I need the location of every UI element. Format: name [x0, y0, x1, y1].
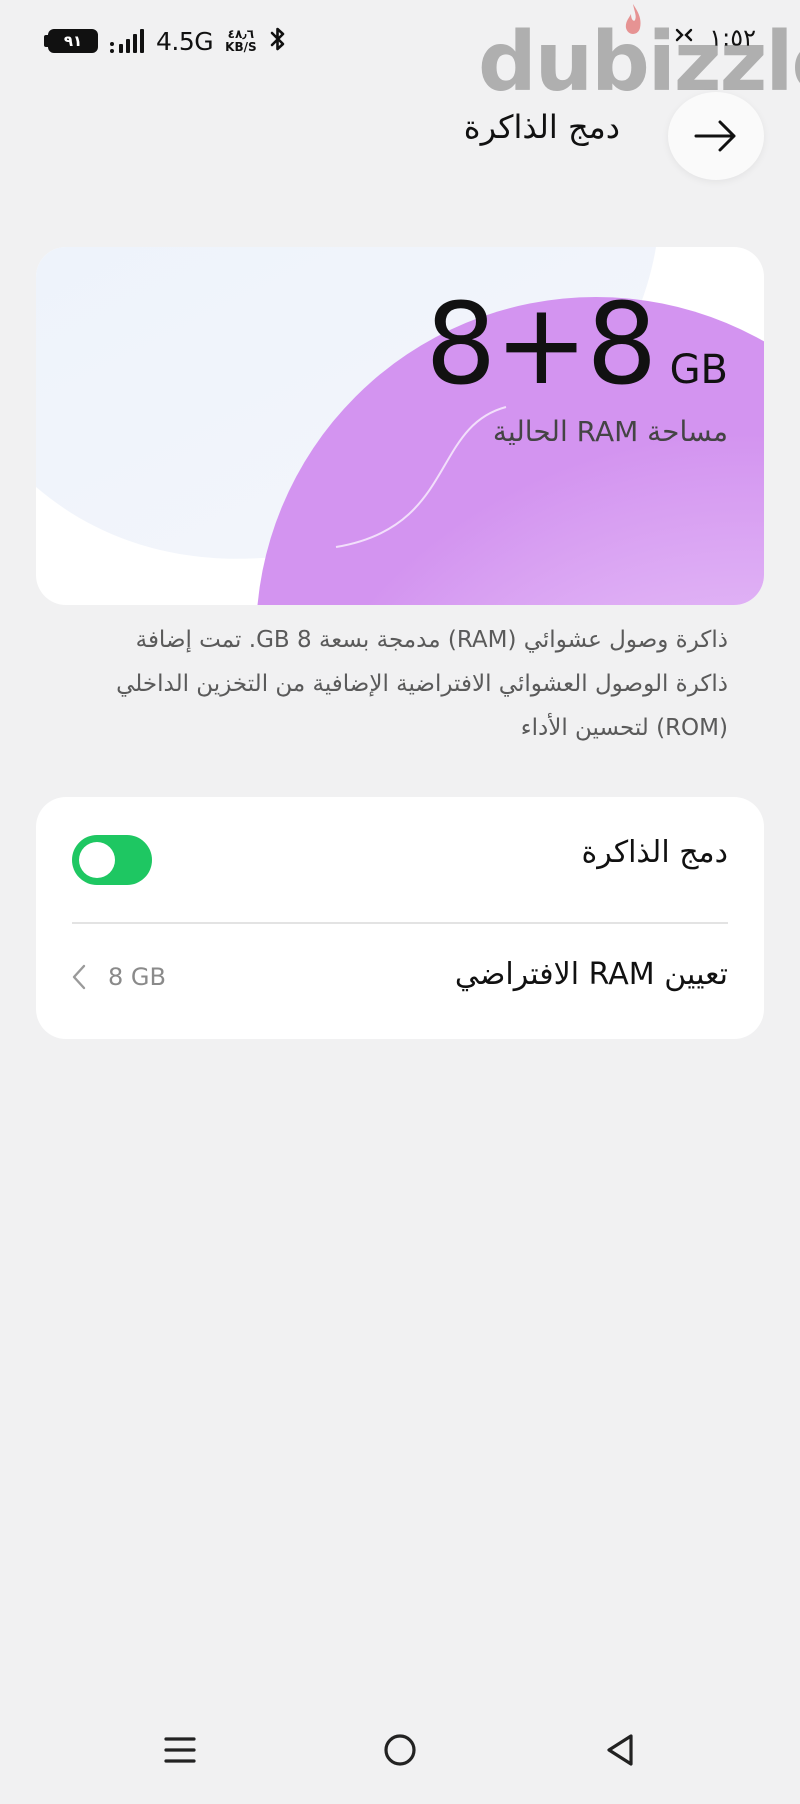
- ram-caption: مساحة RAM الحالية: [492, 415, 728, 448]
- memory-merge-toggle[interactable]: [72, 835, 152, 885]
- virtual-ram-row[interactable]: تعيين RAM الافتراضي 8 GB: [36, 919, 764, 1039]
- bluetooth-icon: [269, 26, 287, 56]
- battery-icon: ٩١: [44, 29, 98, 53]
- status-bar-left: ٩١ 4.5G ٤٨٫٦ KB/S: [44, 26, 287, 56]
- description-line: ذاكرة وصول عشوائي (RAM) مدمجة بسعة 8 GB.…: [135, 627, 728, 653]
- network-speed: ٤٨٫٦ KB/S: [225, 28, 256, 54]
- page-title: دمج الذاكرة: [463, 108, 620, 146]
- virtual-ram-label: تعيين RAM الافتراضي: [454, 957, 728, 992]
- flame-icon: [625, 4, 641, 34]
- chevron-left-icon: [72, 964, 86, 990]
- ram-capacity-value: 8+8: [425, 280, 657, 410]
- toggle-knob: [79, 842, 115, 878]
- virtual-ram-selector[interactable]: 8 GB: [72, 963, 166, 991]
- home-button[interactable]: [370, 1720, 430, 1780]
- memory-merge-description: ذاكرة وصول عشوائي (RAM) مدمجة بسعة 8 GB.…: [88, 618, 728, 750]
- home-icon: [384, 1734, 416, 1766]
- description-line: (ROM) لتحسين الأداء: [520, 715, 728, 741]
- system-nav-bar: [0, 1720, 800, 1804]
- memory-merge-label: دمج الذاكرة: [581, 835, 728, 870]
- back-nav-button[interactable]: [590, 1720, 650, 1780]
- menu-icon: [164, 1737, 196, 1763]
- network-speed-unit: KB/S: [225, 40, 257, 54]
- ram-summary-card: 8+8 GB مساحة RAM الحالية: [36, 247, 764, 605]
- arrow-right-icon: [694, 120, 736, 152]
- virtual-ram-value: 8 GB: [108, 963, 166, 991]
- memory-merge-screen: ٩١ 4.5G ٤٨٫٦ KB/S ١:٥٢ dubizzl دمج الذاك…: [0, 0, 800, 1804]
- ram-capacity-unit: GB: [669, 347, 728, 393]
- menu-button[interactable]: [150, 1720, 210, 1780]
- back-icon: [607, 1734, 633, 1766]
- back-button[interactable]: [668, 92, 764, 180]
- ram-capacity: 8+8 GB: [425, 289, 728, 401]
- network-type: 4.5G: [156, 26, 214, 56]
- settings-card: دمج الذاكرة تعيين RAM الافتراضي 8 GB: [36, 797, 764, 1039]
- memory-merge-row[interactable]: دمج الذاكرة: [36, 797, 764, 917]
- signal-icon: [110, 29, 144, 53]
- battery-level: ٩١: [48, 29, 98, 53]
- description-line: ذاكرة الوصول العشوائي الافتراضية الإضافي…: [116, 671, 728, 697]
